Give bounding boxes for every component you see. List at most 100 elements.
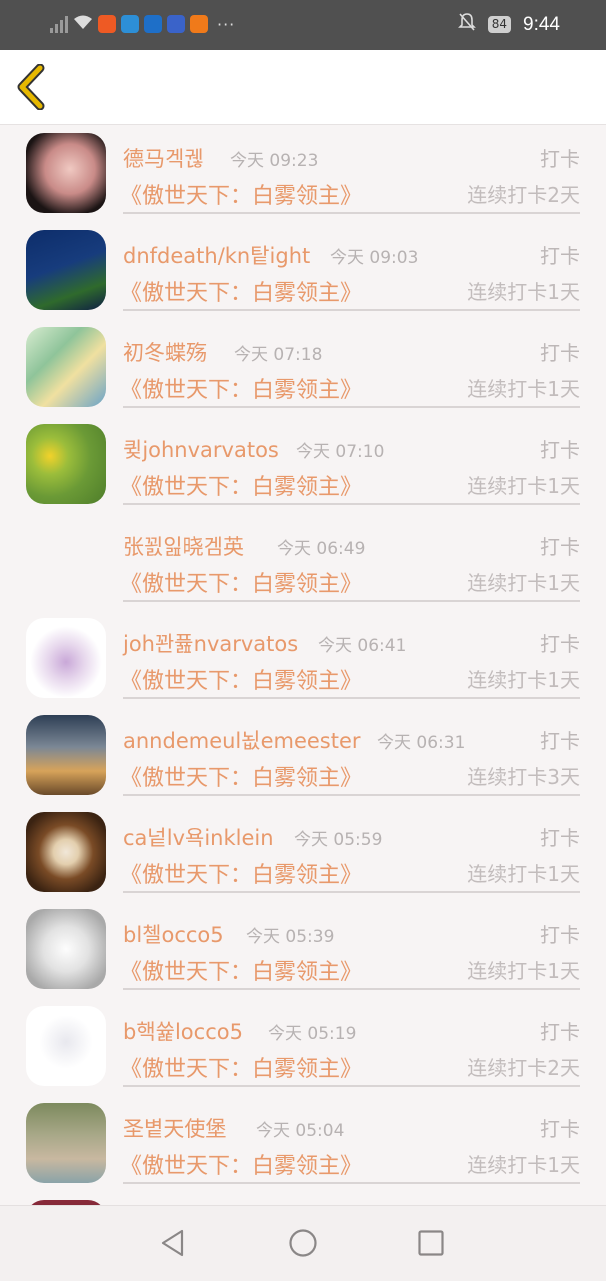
streak-count: 连续打卡1天 [467,474,580,498]
divider [123,1085,580,1087]
checkin-label: 打卡 [540,632,580,656]
divider [123,600,580,602]
book-title[interactable]: 《傲世天下：白雾领主》 [120,566,362,598]
divider [123,406,580,408]
user-name[interactable]: b핵쓡locco5 [123,1016,243,1046]
top-header [0,50,606,125]
checkin-list[interactable]: 德马겍궪 今天 09:23 打卡 《傲世天下：白雾领主》 连续打卡2天 dnfd… [0,125,606,1205]
user-name[interactable]: 初冬蝶殇 [123,337,207,367]
system-nav-bar [0,1205,606,1281]
user-name[interactable]: 圣볕天使堡 [123,1113,226,1143]
back-button[interactable] [14,63,58,111]
book-title[interactable]: 《傲世天下：白雾领主》 [120,372,362,404]
user-name[interactable]: ca넡lv욕inklein [123,822,274,852]
user-name[interactable]: bl첼occo5 [123,919,224,949]
checkin-label: 打卡 [540,244,580,268]
list-item-partial[interactable] [0,1192,606,1205]
checkin-label: 打卡 [540,535,580,559]
avatar[interactable] [26,133,106,213]
book-title[interactable]: 《傲世天下：白雾领主》 [120,1051,362,1083]
user-name[interactable]: 德马겍궪 [123,143,204,173]
checkin-label: 打卡 [540,729,580,753]
list-item[interactable]: ca넡lv욕inklein 今天 05:59 打卡 《傲世天下：白雾领主》 连续… [0,804,606,901]
app-icon-box [167,15,185,33]
avatar[interactable] [26,715,106,795]
home-circle-icon [289,1229,317,1257]
bell-off-icon [457,12,476,37]
book-title[interactable]: 《傲世天下：白雾领主》 [120,954,362,986]
book-title[interactable]: 《傲世天下：白雾领主》 [120,1148,362,1180]
divider [123,1182,580,1184]
list-item[interactable]: bl첼occo5 今天 05:39 打卡 《傲世天下：白雾领主》 连续打卡1天 [0,901,606,998]
list-item[interactable]: dnfdeath/kn탙ight 今天 09:03 打卡 《傲世天下：白雾领主》… [0,222,606,319]
nav-home-button[interactable] [288,1228,318,1258]
checkin-time: 今天 07:18 [234,345,323,365]
checkin-label: 打卡 [540,438,580,462]
book-title[interactable]: 《傲世天下：白雾领主》 [120,469,362,501]
status-icons-left: ··· [50,14,235,34]
book-title[interactable]: 《傲世天下：白雾领主》 [120,663,362,695]
avatar[interactable] [26,1103,106,1183]
streak-count: 连续打卡1天 [467,571,580,595]
streak-count: 连续打卡2天 [467,183,580,207]
list-item[interactable]: 初冬蝶殇 今天 07:18 打卡 《傲世天下：白雾领主》 连续打卡1天 [0,319,606,416]
recents-square-icon [418,1230,444,1256]
user-name[interactable]: joh꽌퓶nvarvatos [123,628,298,658]
avatar[interactable] [26,1006,106,1086]
no-sim-signal-icon [50,15,68,33]
user-name[interactable]: 张꾌잂晓겜英 [123,531,244,561]
checkin-time: 今天 06:41 [318,636,407,656]
avatar[interactable] [26,812,106,892]
book-title[interactable]: 《傲世天下：白雾领主》 [120,760,362,792]
list-item[interactable]: 德马겍궪 今天 09:23 打卡 《傲世天下：白雾领主》 连续打卡2天 [0,125,606,222]
list-item[interactable]: joh꽌퓶nvarvatos 今天 06:41 打卡 《傲世天下：白雾领主》 连… [0,610,606,707]
checkin-time: 今天 05:59 [294,830,383,850]
user-name[interactable]: dnfdeath/kn탙ight [123,240,310,270]
list-item[interactable]: 圣볕天使堡 今天 05:04 打卡 《傲世天下：白雾领主》 连续打卡1天 [0,1095,606,1192]
book-title[interactable]: 《傲世天下：白雾领主》 [120,275,362,307]
checkin-label: 打卡 [540,1117,580,1141]
list-item[interactable]: 张꾌잂晓겜英 今天 06:49 打卡 《傲世天下：白雾领主》 连续打卡1天 [0,513,606,610]
book-title[interactable]: 《傲世天下：白雾领主》 [120,857,362,889]
book-title[interactable]: 《傲世天下：白雾领主》 [120,178,362,210]
status-bar: ··· 84 9:44 [0,0,606,50]
avatar[interactable] [26,909,106,989]
battery-icon: 84 [487,16,512,33]
avatar[interactable] [26,327,106,407]
checkin-time: 今天 07:10 [296,442,385,462]
nav-recents-button[interactable] [416,1228,446,1258]
app-icon-blue [121,15,139,33]
user-name[interactable]: 큊johnvarvatos [123,434,279,464]
app-icon-cat [190,15,208,33]
checkin-time: 今天 05:19 [268,1024,357,1044]
checkin-label: 打卡 [540,923,580,947]
checkin-time: 今天 09:23 [230,151,319,171]
checkin-time: 今天 06:31 [377,733,466,753]
list-item[interactable]: b핵쓡locco5 今天 05:19 打卡 《傲世天下：白雾领主》 连续打卡2天 [0,998,606,1095]
checkin-time: 今天 09:03 [330,248,419,268]
streak-count: 连续打卡1天 [467,668,580,692]
app-icon-circle [144,15,162,33]
list-item[interactable]: anndemeul뇞emeester 今天 06:31 打卡 《傲世天下：白雾领… [0,707,606,804]
streak-count: 连续打卡1天 [467,862,580,886]
avatar[interactable] [26,521,106,601]
divider [123,503,580,505]
streak-count: 连续打卡3天 [467,765,580,789]
nav-back-button[interactable] [158,1228,188,1258]
avatar[interactable] [26,424,106,504]
divider [123,794,580,796]
divider [123,988,580,990]
status-icons-right: 84 9:44 [457,12,560,37]
streak-count: 连续打卡1天 [467,377,580,401]
streak-count: 连续打卡1天 [467,959,580,983]
chevron-left-icon [17,63,45,111]
list-item[interactable]: 큊johnvarvatos 今天 07:10 打卡 《傲世天下：白雾领主》 连续… [0,416,606,513]
wifi-icon [73,14,93,34]
app-icon-orange [98,15,116,33]
avatar[interactable] [26,618,106,698]
divider [123,309,580,311]
avatar[interactable] [26,230,106,310]
user-name[interactable]: anndemeul뇞emeester [123,725,361,755]
status-overflow: ··· [217,14,236,34]
back-triangle-icon [161,1229,184,1257]
